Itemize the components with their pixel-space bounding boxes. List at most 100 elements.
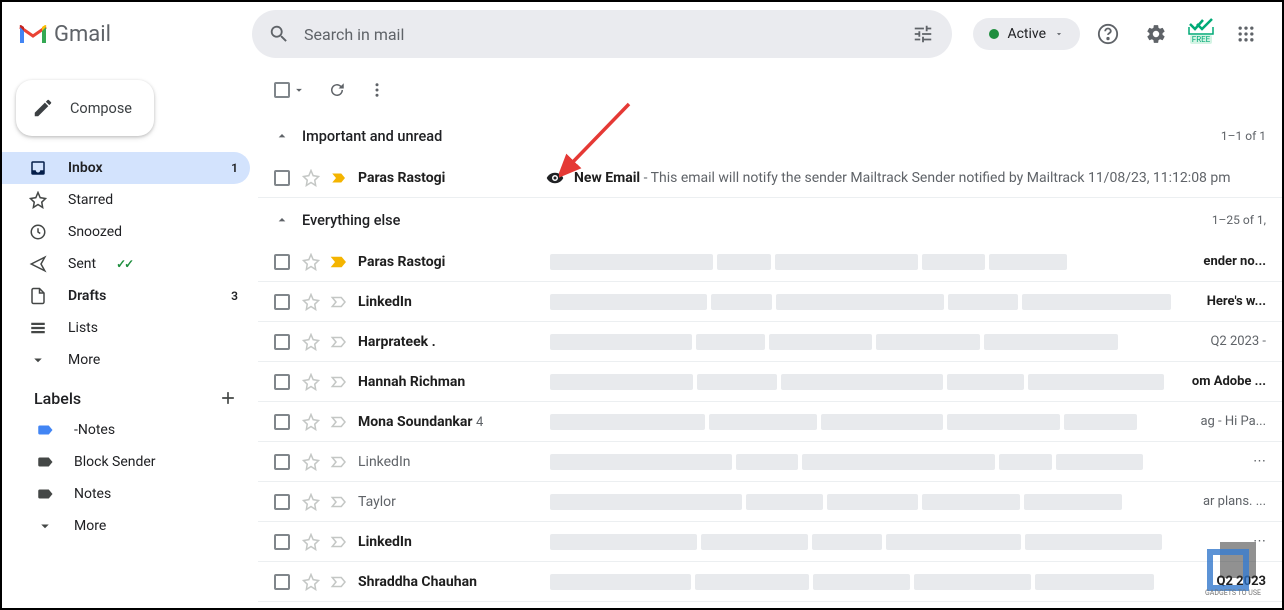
- sender: Shraddha Chauhan: [358, 574, 538, 590]
- select-all[interactable]: [274, 82, 306, 98]
- row-checkbox[interactable]: [274, 294, 290, 310]
- sender: Paras Rastogi: [358, 254, 538, 270]
- sidebar-item-snoozed[interactable]: Snoozed: [2, 216, 250, 248]
- label-item-notes1[interactable]: -Notes: [10, 414, 250, 446]
- email-row[interactable]: Harprateek . Q2 2023 -: [258, 322, 1282, 362]
- email-row[interactable]: Shraddha Chauhan Q2 2023: [258, 562, 1282, 602]
- label-text: Block Sender: [74, 454, 156, 470]
- mailtrack-icon: [1187, 17, 1215, 35]
- caret-down-icon[interactable]: [292, 83, 306, 97]
- star-button[interactable]: [302, 533, 322, 551]
- preview: - This email will notify the sender Mail…: [640, 170, 1230, 186]
- star-icon: [29, 191, 47, 209]
- row-checkbox[interactable]: [274, 534, 290, 550]
- more-vert-icon[interactable]: [368, 81, 386, 99]
- importance-icon: [330, 453, 348, 471]
- sender: LinkedIn: [358, 454, 538, 470]
- importance-marker[interactable]: [330, 573, 350, 591]
- compose-button[interactable]: Compose: [16, 80, 154, 136]
- label-icon: [36, 485, 54, 503]
- row-checkbox[interactable]: [274, 454, 290, 470]
- search-input[interactable]: [304, 25, 898, 44]
- star-button[interactable]: [302, 453, 322, 471]
- importance-marker[interactable]: [330, 333, 350, 351]
- email-row[interactable]: Paras Rastogi New Email - This email wil…: [258, 158, 1282, 198]
- star-button[interactable]: [302, 169, 322, 187]
- importance-marker[interactable]: [330, 453, 350, 471]
- email-row[interactable]: Paras Rastogi ender no...: [258, 242, 1282, 282]
- header-right: Active FREE: [973, 14, 1266, 54]
- star-icon: [302, 493, 320, 511]
- search-icon: [268, 23, 290, 45]
- sidebar-item-more[interactable]: More: [2, 344, 250, 376]
- sidebar-item-inbox[interactable]: Inbox 1: [2, 152, 250, 184]
- email-row[interactable]: LinkedIn ⋯: [258, 442, 1282, 482]
- star-button[interactable]: [302, 293, 322, 311]
- label-text: More: [74, 518, 106, 534]
- row-checkbox[interactable]: [274, 254, 290, 270]
- gmail-m-icon: [18, 23, 48, 45]
- mailtrack-free-label: FREE: [1190, 35, 1212, 44]
- row-checkbox[interactable]: [274, 374, 290, 390]
- snippet-tail: Here's w...: [1207, 294, 1266, 309]
- email-row[interactable]: Hannah Richman om Adobe ...: [258, 362, 1282, 402]
- row-checkbox[interactable]: [274, 414, 290, 430]
- row-checkbox[interactable]: [274, 170, 290, 186]
- label-item-more[interactable]: More: [10, 510, 250, 542]
- redacted-content: [550, 288, 1179, 316]
- importance-icon: [330, 493, 348, 511]
- sidebar-item-sent[interactable]: Sent ✓✓: [2, 248, 250, 280]
- star-button[interactable]: [302, 373, 322, 391]
- star-button[interactable]: [302, 413, 322, 431]
- help-button[interactable]: [1088, 14, 1128, 54]
- sidebar-item-label: Drafts: [68, 288, 106, 304]
- sidebar-item-lists[interactable]: Lists: [2, 312, 250, 344]
- email-row[interactable]: LinkedIn ⋯: [258, 522, 1282, 562]
- importance-icon: [330, 293, 348, 311]
- row-checkbox[interactable]: [274, 494, 290, 510]
- star-button[interactable]: [302, 493, 322, 511]
- email-row[interactable]: Mona Soundankar 4 ag - Hi Pa...: [258, 402, 1282, 442]
- redacted-content: [550, 368, 1164, 396]
- importance-marker[interactable]: [330, 533, 350, 551]
- importance-marker[interactable]: [330, 413, 350, 431]
- star-button[interactable]: [302, 253, 322, 271]
- apps-button[interactable]: [1226, 14, 1266, 54]
- importance-marker[interactable]: [330, 373, 350, 391]
- section-everything[interactable]: Everything else 1–25 of 1,: [258, 198, 1282, 242]
- section-important[interactable]: Important and unread 1–1 of 1: [258, 114, 1282, 158]
- star-button[interactable]: [302, 573, 322, 591]
- star-icon: [302, 333, 320, 351]
- importance-marker[interactable]: [330, 253, 350, 271]
- plus-icon[interactable]: [218, 388, 238, 408]
- redacted-content: [550, 408, 1172, 436]
- refresh-icon[interactable]: [328, 81, 346, 99]
- sidebar-item-drafts[interactable]: Drafts 3: [2, 280, 250, 312]
- importance-marker[interactable]: [330, 293, 350, 311]
- email-row[interactable]: LinkedIn Here's w...: [258, 282, 1282, 322]
- search-bar[interactable]: [252, 10, 952, 58]
- settings-button[interactable]: [1136, 14, 1176, 54]
- star-icon: [302, 253, 320, 271]
- row-checkbox[interactable]: [274, 334, 290, 350]
- importance-marker[interactable]: [330, 493, 350, 511]
- chevron-up-icon: [274, 212, 290, 228]
- email-row[interactable]: Taylor ar plans. ...: [258, 482, 1282, 522]
- importance-marker[interactable]: [330, 169, 350, 187]
- sender: LinkedIn: [358, 534, 538, 550]
- clock-icon: [29, 223, 47, 241]
- sidebar-item-starred[interactable]: Starred: [2, 184, 250, 216]
- list-icon: [29, 319, 47, 337]
- mailtrack-badge[interactable]: FREE: [1184, 17, 1218, 51]
- header: Gmail Active FREE: [2, 2, 1282, 66]
- gmail-logo[interactable]: Gmail: [18, 22, 111, 47]
- tune-icon[interactable]: [912, 23, 934, 45]
- star-button[interactable]: [302, 333, 322, 351]
- labels-header: Labels: [10, 376, 250, 414]
- status-chip[interactable]: Active: [973, 18, 1080, 50]
- label-item-block[interactable]: Block Sender: [10, 446, 250, 478]
- label-icon: [36, 421, 54, 439]
- label-item-notes2[interactable]: Notes: [10, 478, 250, 510]
- row-checkbox[interactable]: [274, 574, 290, 590]
- watermark-text: GADGETS TO USE: [1205, 589, 1261, 597]
